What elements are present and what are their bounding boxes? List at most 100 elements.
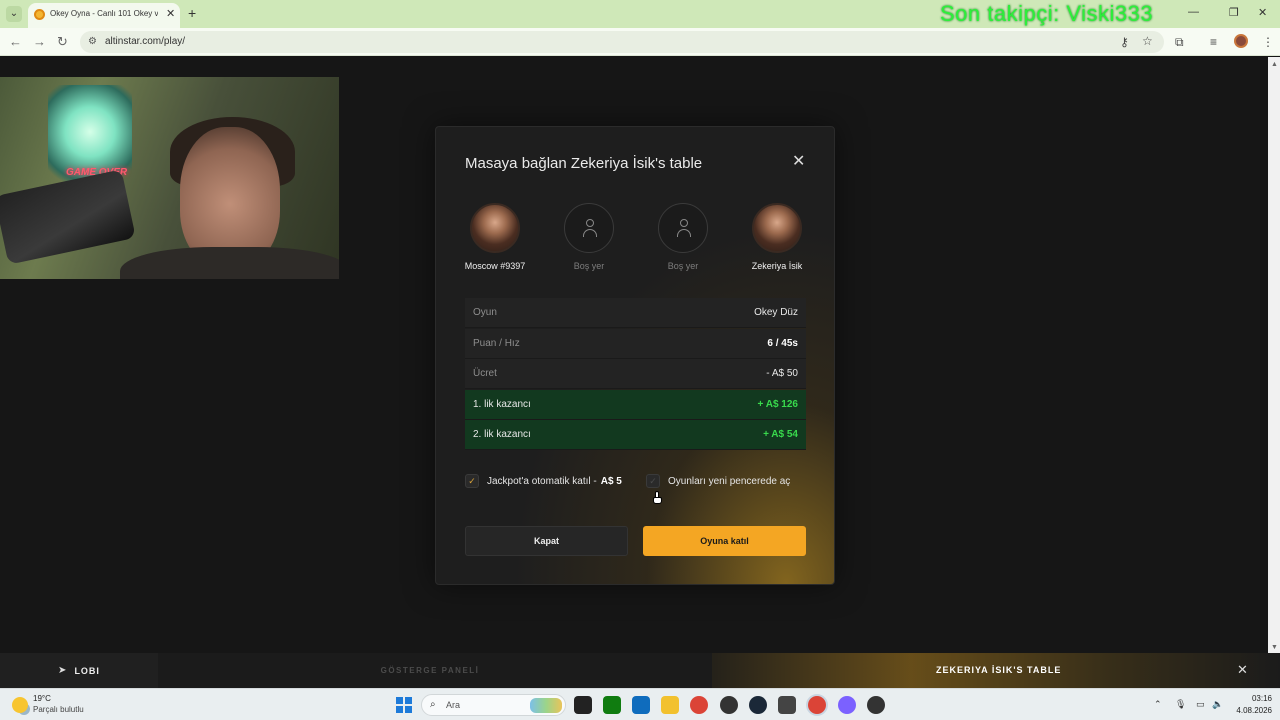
info-label: Ücret bbox=[473, 368, 497, 380]
person-icon bbox=[676, 219, 692, 239]
seat-1: Moscow #9397 bbox=[455, 203, 535, 271]
minimize-icon[interactable]: — bbox=[1188, 6, 1199, 18]
table-tab-close-icon[interactable]: ✕ bbox=[1237, 662, 1248, 678]
info-label: Oyun bbox=[473, 307, 497, 318]
site-info-icon[interactable]: ⚙ bbox=[88, 36, 97, 47]
browser-toolbar: ← → ↻ ⚙ altinstar.com/play/ ⚷ ☆ ⧉ ≡ ⋮ bbox=[0, 28, 1280, 56]
browser-menu-icon[interactable]: ⋮ bbox=[1262, 35, 1274, 49]
new-window-checkbox[interactable]: ✓ bbox=[646, 474, 660, 488]
weather-description: Parçalı bulutlu bbox=[33, 705, 84, 714]
chrome-active-icon[interactable] bbox=[808, 696, 826, 714]
close-button[interactable]: Kapat bbox=[465, 526, 628, 556]
new-window-option[interactable]: ✓ Oyunları yeni pencerede aç bbox=[646, 473, 790, 489]
task-view-icon[interactable] bbox=[574, 696, 592, 714]
address-bar[interactable]: ⚙ altinstar.com/play/ ⚷ ☆ bbox=[80, 31, 1164, 53]
stream-follower-overlay: Son takipçi: Viski333 bbox=[940, 1, 1154, 26]
tray-chevron-icon[interactable]: ⌃ bbox=[1154, 699, 1162, 710]
jackpot-option[interactable]: ✓ Jackpot'a otomatik katıl - A$ 5 bbox=[465, 473, 622, 489]
hand-cursor-icon bbox=[653, 491, 662, 505]
jackpot-amount: A$ 5 bbox=[600, 475, 622, 487]
forward-icon[interactable]: → bbox=[33, 34, 46, 49]
table-tab-label: ZEKERIYA İSIK'S TABLE bbox=[936, 665, 1062, 675]
extensions-icon[interactable]: ⧉ bbox=[1175, 35, 1184, 50]
jackpot-checkbox[interactable]: ✓ bbox=[465, 474, 479, 488]
info-row-points-speed: Puan / Hız 6 / 45s bbox=[465, 328, 806, 359]
chatgpt-icon[interactable] bbox=[720, 696, 738, 714]
seat-3[interactable]: Boş yer bbox=[643, 203, 723, 271]
windows-taskbar: 19°C Parçalı bulutlu ⌕ Ara ⌃ 🎙 ▭ 🔈 03:16… bbox=[0, 688, 1280, 720]
page-scrollbar[interactable]: ▲ ▼ bbox=[1268, 57, 1280, 653]
seat-name: Boş yer bbox=[573, 261, 605, 271]
password-key-icon[interactable]: ⚷ bbox=[1120, 35, 1129, 49]
media-app-icon[interactable] bbox=[867, 696, 885, 714]
info-label: 1. lik kazancı bbox=[473, 398, 531, 410]
game-bottom-bar: ➤ LOBI GÖSTERGE PANELİ ZEKERIYA İSIK'S T… bbox=[0, 653, 1280, 688]
reload-icon[interactable]: ↻ bbox=[57, 34, 68, 50]
game-app-icon[interactable] bbox=[778, 696, 796, 714]
microphone-image bbox=[0, 169, 136, 265]
url-text: altinstar.com/play/ bbox=[105, 36, 186, 47]
site-favicon-icon bbox=[34, 9, 45, 20]
empty-seat-avatar[interactable] bbox=[564, 203, 614, 253]
streamer-body bbox=[120, 247, 339, 279]
weather-temp: 19°C bbox=[33, 694, 51, 703]
new-window-label: Oyunları yeni pencerede aç bbox=[668, 475, 791, 487]
file-explorer-icon[interactable] bbox=[661, 696, 679, 714]
lobby-tab[interactable]: ➤ LOBI bbox=[0, 653, 158, 688]
dashboard-tab[interactable]: GÖSTERGE PANELİ bbox=[300, 653, 560, 688]
scroll-up-icon[interactable]: ▲ bbox=[1271, 61, 1278, 68]
table-info-list: Oyun Okey Düz Puan / Hız 6 / 45s Ücret -… bbox=[465, 298, 806, 451]
table-tab[interactable]: ZEKERIYA İSIK'S TABLE ✕ bbox=[712, 653, 1280, 688]
new-tab-icon[interactable]: + bbox=[188, 5, 196, 21]
media-control-icon[interactable]: ≡ bbox=[1210, 35, 1217, 49]
info-value: + A$ 54 bbox=[763, 429, 798, 441]
check-icon: ✓ bbox=[649, 475, 657, 486]
player-avatar bbox=[752, 203, 802, 253]
back-icon[interactable]: ← bbox=[9, 34, 22, 49]
microphone-icon[interactable]: 🎙 bbox=[1175, 699, 1186, 710]
player-avatar bbox=[470, 203, 520, 253]
join-table-modal: Masaya bağlan Zekeriya İsik's table ✕ Mo… bbox=[435, 126, 835, 585]
clock-time[interactable]: 03:16 bbox=[1246, 694, 1272, 703]
modal-title: Masaya bağlan Zekeriya İsik's table bbox=[465, 155, 703, 172]
empty-seat-avatar[interactable] bbox=[658, 203, 708, 253]
bookmark-star-icon[interactable]: ☆ bbox=[1142, 34, 1153, 48]
modal-close-icon[interactable]: ✕ bbox=[792, 151, 805, 171]
info-label: 2. lik kazancı bbox=[473, 429, 531, 441]
seat-name: Boş yer bbox=[667, 261, 699, 271]
discord-icon[interactable] bbox=[838, 696, 856, 714]
search-icon: ⌕ bbox=[430, 699, 436, 710]
windows-start-icon[interactable] bbox=[396, 697, 412, 713]
outlook-icon[interactable] bbox=[632, 696, 650, 714]
window-close-icon[interactable]: ✕ bbox=[1258, 6, 1267, 19]
steam-icon[interactable] bbox=[749, 696, 767, 714]
search-placeholder: Ara bbox=[446, 700, 461, 710]
person-icon bbox=[582, 219, 598, 239]
network-icon[interactable]: ▭ bbox=[1196, 699, 1205, 710]
info-row-fee: Ücret - A$ 50 bbox=[465, 359, 806, 390]
seat-4: Zekeriya İsik bbox=[737, 203, 817, 271]
tab-close-icon[interactable]: ✕ bbox=[166, 7, 175, 20]
chrome-icon[interactable] bbox=[690, 696, 708, 714]
info-row-first-prize: 1. lik kazancı + A$ 126 bbox=[465, 389, 806, 420]
info-row-second-prize: 2. lik kazancı + A$ 54 bbox=[465, 420, 806, 451]
taskbar-search[interactable]: ⌕ Ara bbox=[421, 694, 566, 716]
seat-2[interactable]: Boş yer bbox=[549, 203, 629, 271]
browser-tab[interactable]: Okey Oyna - Canlı 101 Okey ve ✕ bbox=[28, 3, 180, 28]
tab-search-button[interactable]: ⌄ bbox=[6, 6, 22, 22]
info-value: Okey Düz bbox=[754, 307, 798, 318]
join-game-button[interactable]: Oyuna katıl bbox=[643, 526, 806, 556]
seat-name: Moscow #9397 bbox=[464, 261, 526, 271]
search-highlight-image bbox=[530, 698, 562, 713]
scroll-down-icon[interactable]: ▼ bbox=[1271, 644, 1278, 651]
weather-icon[interactable] bbox=[12, 697, 28, 713]
info-value: + A$ 126 bbox=[757, 398, 799, 410]
xbox-icon[interactable] bbox=[603, 696, 621, 714]
profile-avatar[interactable] bbox=[1234, 34, 1248, 48]
info-label: Puan / Hız bbox=[473, 337, 520, 349]
volume-icon[interactable]: 🔈 bbox=[1212, 699, 1223, 710]
maximize-icon[interactable]: ❐ bbox=[1229, 6, 1239, 19]
clock-date[interactable]: 4.08.2026 bbox=[1232, 706, 1272, 715]
info-value: - A$ 50 bbox=[766, 368, 798, 380]
seat-name: Zekeriya İsik bbox=[751, 261, 803, 271]
